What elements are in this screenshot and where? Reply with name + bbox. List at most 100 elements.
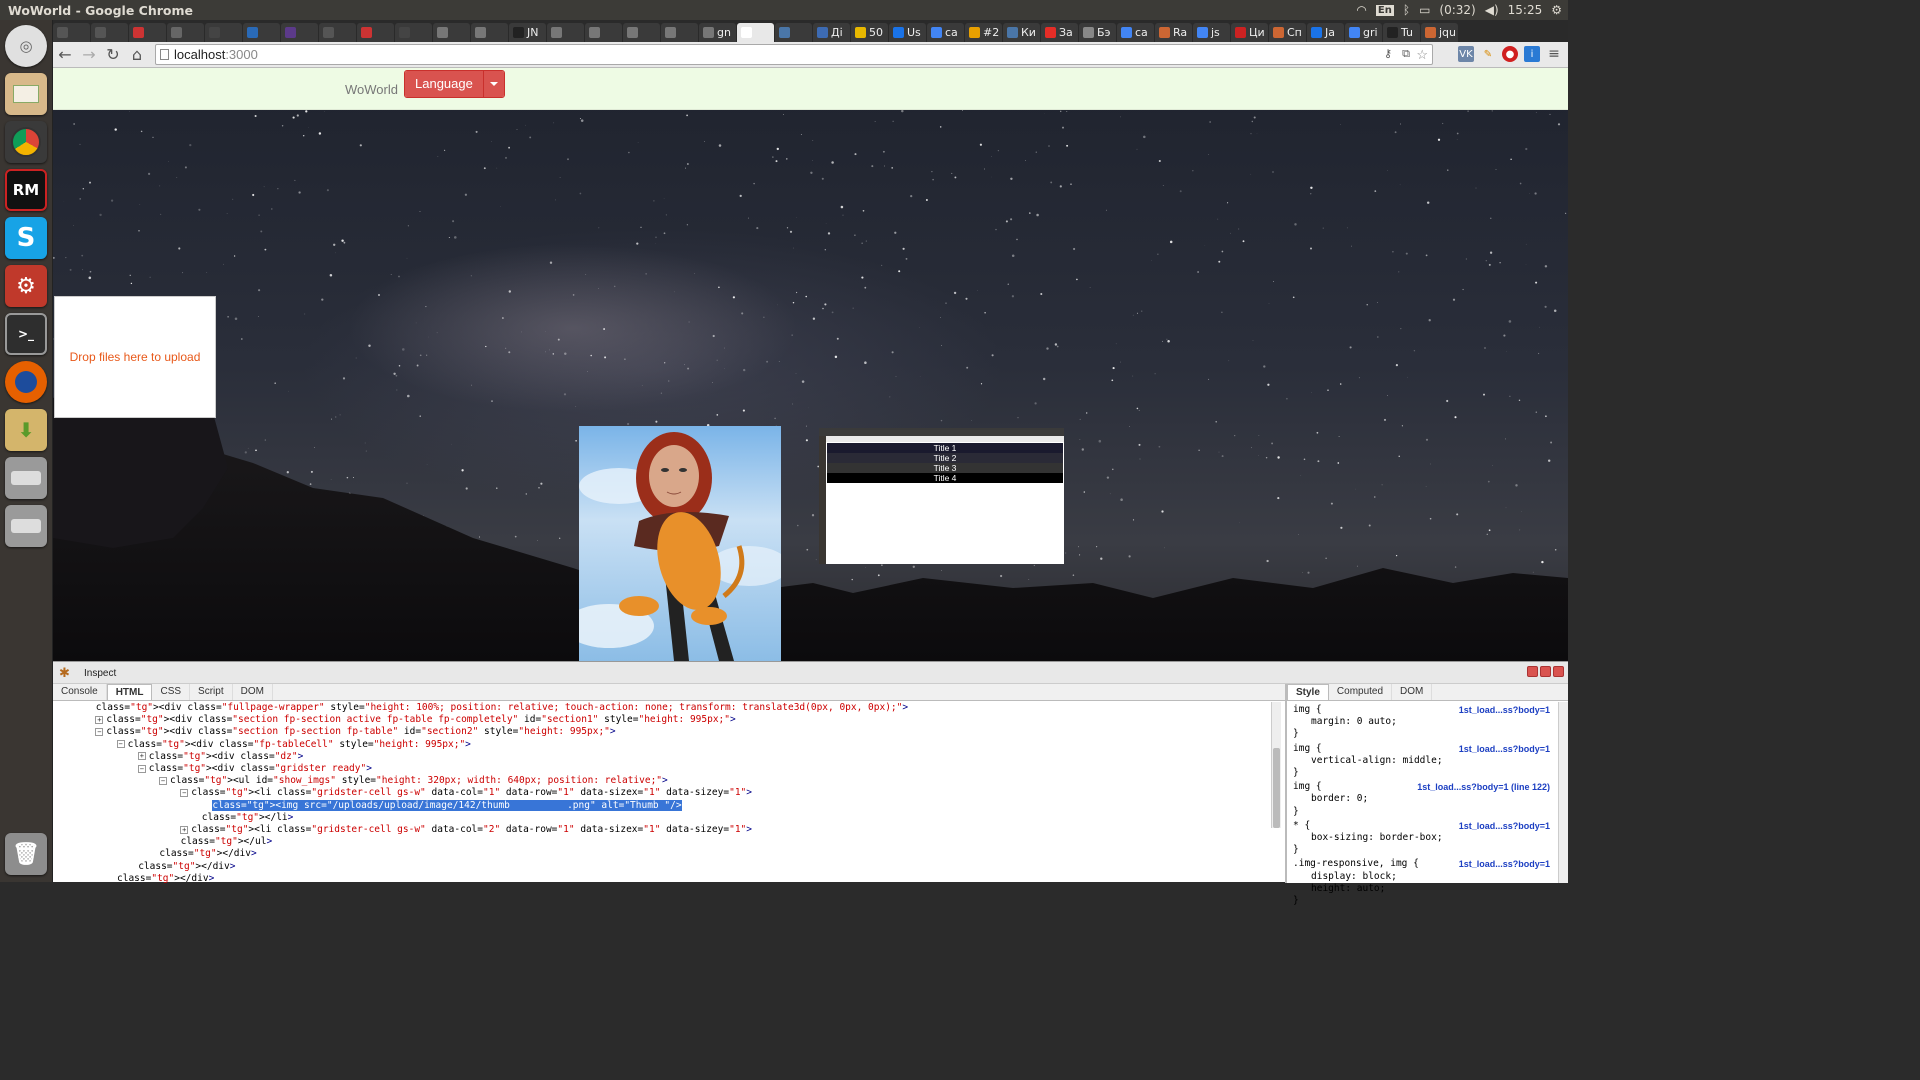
wifi-icon[interactable]: ◠ [1356,3,1366,17]
html-tree-node[interactable]: class="tg"></div> [53,848,1283,860]
css-property[interactable]: vertical-align: middle; [1293,755,1562,767]
css-rule[interactable]: img {1st_load...ss?body=1 margin: 0 auto;… [1293,704,1562,741]
browser-tab[interactable]: Ja [1307,23,1344,42]
html-tree-node[interactable]: class="tg"></li> [53,812,1283,824]
downloads-icon[interactable]: ⬇ [5,409,47,451]
keyboard-layout-indicator[interactable]: En [1375,4,1394,16]
chrome-icon[interactable] [5,121,47,163]
key-icon[interactable]: ⚷ [1384,45,1392,64]
css-rule[interactable]: img {1st_load...ss?body=1 vertical-align:… [1293,743,1562,780]
browser-tab[interactable] [91,23,128,42]
maximize-icon[interactable] [1540,666,1551,677]
browser-tab[interactable] [319,23,356,42]
browser-tab[interactable]: Бэ [1079,23,1116,42]
uploaded-image-thumbnail[interactable] [579,426,781,661]
ubuntu-dash-icon[interactable]: ◎ [5,25,47,67]
selected-html-node[interactable]: class="tg"><img src="/uploads/upload/ima… [53,799,1283,812]
browser-tab[interactable] [433,23,470,42]
browser-tab[interactable]: Tu [1383,23,1420,42]
html-tree-node[interactable]: class="tg"></ul> [53,836,1283,848]
files-icon[interactable] [5,73,47,115]
rubymine-icon[interactable]: RM [5,169,47,211]
minimize-icon[interactable] [1527,666,1538,677]
address-bar[interactable]: localhost:3000 ☆ ⧉ ⚷ [155,44,1433,65]
browser-tab[interactable] [623,23,660,42]
css-source-link[interactable]: 1st_load...ss?body=1 [1459,820,1550,832]
expand-toggle-icon[interactable]: + [95,715,104,724]
browser-tab[interactable]: Ци [1231,23,1268,42]
devtools-tab-console[interactable]: Console [53,684,107,700]
home-icon[interactable]: ⌂ [125,44,149,66]
html-tree-node[interactable]: class="tg"></div> [53,861,1283,873]
browser-tab[interactable]: #2 [965,23,1002,42]
browser-tab[interactable]: Ки [1003,23,1040,42]
html-pane-scrollbar[interactable] [1271,702,1281,828]
html-tree-node[interactable]: class="tg"><div class="fullpage-wrapper"… [53,702,1283,714]
caret-down-icon[interactable] [482,71,504,97]
css-source-link[interactable]: 1st_load...ss?body=1 (line 122) [1417,781,1550,793]
drive-icon[interactable] [5,457,47,499]
css-property[interactable]: box-sizing: border-box; [1293,832,1562,844]
devtools-tab-dom[interactable]: DOM [233,684,273,700]
css-rules-pane[interactable]: img {1st_load...ss?body=1 margin: 0 auto;… [1287,701,1568,912]
html-tree-node[interactable]: − class="tg"><div class="gridster ready"> [53,763,1283,775]
browser-tab[interactable]: js [1193,23,1230,42]
language-button-label[interactable]: Language [405,71,483,97]
html-tree-node[interactable]: − class="tg"><div class="fp-tableCell" st… [53,739,1283,751]
html-tree-node[interactable]: + class="tg"><li class="gridster-cell gs-… [53,824,1283,836]
info-extension-icon[interactable]: i [1524,46,1540,62]
css-property[interactable]: display: block; [1293,871,1562,883]
menu-icon[interactable]: ≡ [1546,46,1562,62]
expand-toggle-icon[interactable]: + [137,752,146,761]
system-settings-icon[interactable]: ⚙ [5,265,47,307]
browser-tab[interactable]: ca [1117,23,1154,42]
battery-icon[interactable]: ▭ [1419,3,1430,17]
css-property[interactable]: margin: 0 auto; [1293,716,1562,728]
browser-tab[interactable]: gn [699,23,736,42]
browser-tab[interactable]: Ra [1155,23,1192,42]
vk-extension-icon[interactable]: VK [1458,46,1474,62]
browser-tab[interactable]: За [1041,23,1078,42]
collapse-toggle-icon[interactable]: − [180,788,189,797]
browser-tab[interactable] [205,23,242,42]
browser-tab[interactable] [661,23,698,42]
browser-tab[interactable]: JN [509,23,546,42]
browser-tab[interactable] [357,23,394,42]
browser-tab[interactable] [129,23,166,42]
html-tree-node[interactable]: − class="tg"><div class="section fp-secti… [53,726,1283,738]
html-tree-pane[interactable]: class="tg"><div class="fullpage-wrapper"… [53,702,1283,883]
devtools-tab-html[interactable]: HTML [106,684,153,700]
terminal-icon[interactable]: >_ [5,313,47,355]
browser-tab[interactable]: jqu [1421,23,1458,42]
css-property[interactable]: border: 0; [1293,793,1562,805]
browser-tab[interactable] [167,23,204,42]
html-tree-node[interactable]: + class="tg"><div class="section fp-secti… [53,714,1283,726]
devtools-tab-script[interactable]: Script [190,684,233,700]
trash-icon[interactable]: 🗑 [5,833,47,875]
translate-icon[interactable]: ⧉ [1402,45,1410,64]
forward-arrow-icon[interactable]: → [77,44,101,66]
pencil-extension-icon[interactable]: ✎ [1480,46,1496,62]
scrollbar-thumb[interactable] [1273,748,1280,828]
bluetooth-icon[interactable]: ᛒ [1403,3,1410,17]
browser-tab[interactable] [737,23,774,42]
skype-icon[interactable]: S [5,217,47,259]
reload-icon[interactable]: ↻ [101,44,125,66]
browser-tab[interactable] [547,23,584,42]
side-tab-dom[interactable]: DOM [1392,684,1433,700]
browser-tab[interactable] [395,23,432,42]
site-brand[interactable]: WoWorld [345,82,398,97]
browser-tab[interactable] [281,23,318,42]
css-rule[interactable]: * {1st_load...ss?body=1 box-sizing: borde… [1293,820,1562,857]
browser-tab[interactable]: Сп [1269,23,1306,42]
volume-icon[interactable]: ◀) [1485,3,1499,17]
bookmark-star-icon[interactable]: ☆ [1416,45,1428,64]
css-source-link[interactable]: 1st_load...ss?body=1 [1459,743,1550,755]
html-tree-node[interactable]: class="tg"></div> [53,873,1283,883]
language-dropdown-button[interactable]: Language [404,70,505,98]
firebug-icon[interactable]: ✱ [59,665,75,681]
browser-tab[interactable]: ca [927,23,964,42]
settings-gear-icon[interactable]: ⚙ [1551,3,1562,17]
browser-tab[interactable] [243,23,280,42]
css-rule[interactable]: img {1st_load...ss?body=1 (line 122) bord… [1293,781,1562,818]
